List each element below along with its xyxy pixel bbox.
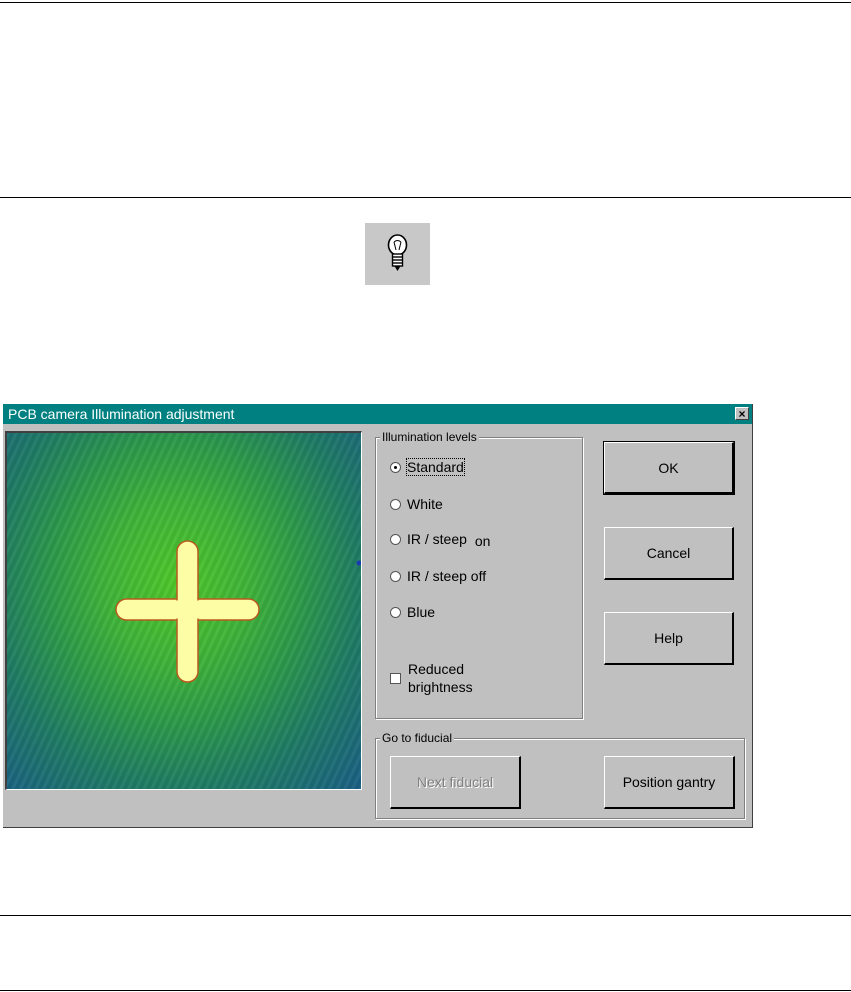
illumination-dialog: PCB camera Illumination adjustment × Ill… [3, 404, 753, 828]
radio-ir-steep-off[interactable]: IR / steep off [390, 568, 486, 584]
go-to-fiducial-title: Go to fiducial [380, 731, 455, 745]
illumination-levels-group: Illumination levels Standard White IR / … [375, 430, 583, 719]
camera-image [5, 431, 362, 790]
radio-standard-label: Standard [406, 458, 465, 476]
radio-white-label: White [407, 496, 443, 512]
header-rule [0, 197, 851, 198]
radio-white[interactable]: White [390, 496, 443, 512]
radio-ir-steep-on-label: IR / steep [407, 531, 467, 547]
radio-blue-label: Blue [407, 604, 436, 620]
radio-ir-steep-off-label: IR / steep off [407, 568, 487, 584]
radio-ir-steep-on[interactable]: IR / steep on [390, 531, 491, 549]
radio-blue[interactable]: Blue [390, 604, 435, 620]
dialog-title: PCB camera Illumination adjustment [8, 406, 235, 422]
dialog-titlebar[interactable]: PCB camera Illumination adjustment × [3, 404, 752, 424]
radio-standard[interactable]: Standard [390, 458, 465, 476]
radio-ir-steep-on-suffix: on [474, 533, 491, 549]
reduced-brightness-label-1: Reduced [408, 661, 465, 677]
illumination-levels-title: Illumination levels [380, 430, 479, 444]
light-bulb-icon [365, 223, 430, 285]
reduced-brightness-checkbox[interactable] [390, 673, 401, 684]
go-to-fiducial-group: Go to fiducial Next fiducial Position ga… [375, 731, 745, 819]
close-icon[interactable]: × [735, 407, 749, 420]
radio-blue-button[interactable] [390, 606, 401, 618]
reduced-brightness-label-2: brightness [408, 679, 473, 695]
footer-rule [0, 915, 851, 916]
radio-ir-steep-on-button[interactable] [390, 533, 401, 545]
radio-ir-steep-off-button[interactable] [390, 570, 401, 582]
cancel-button[interactable]: Cancel [604, 527, 734, 580]
radio-standard-button[interactable] [390, 461, 401, 473]
bottom-rule [0, 990, 851, 991]
fiducial-cross [115, 540, 260, 683]
radio-white-button[interactable] [390, 498, 401, 510]
help-button[interactable]: Help [604, 612, 734, 665]
next-fiducial-button[interactable]: Next fiducial [390, 756, 521, 809]
ok-button[interactable]: OK [603, 441, 735, 495]
position-gantry-button[interactable]: Position gantry [604, 756, 735, 809]
top-rule [0, 2, 851, 3]
